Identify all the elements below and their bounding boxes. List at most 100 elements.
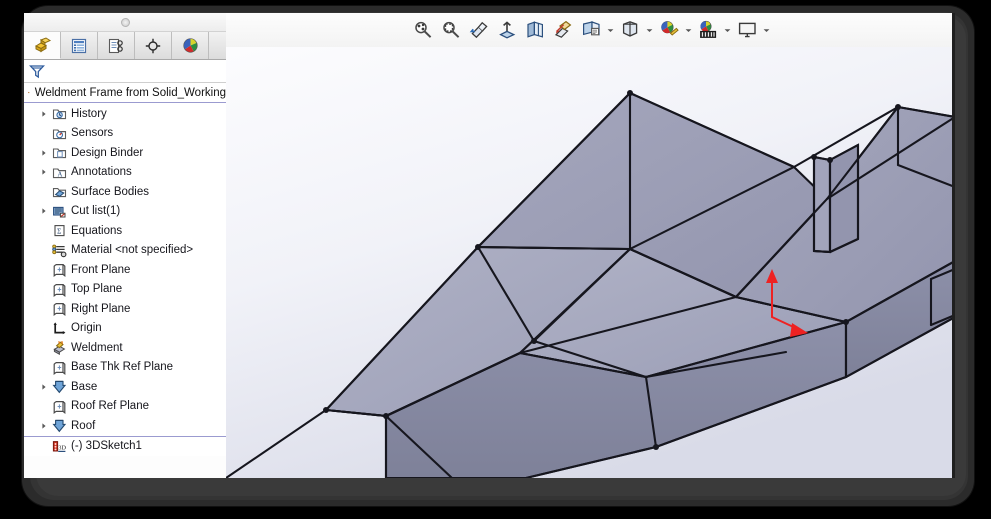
tab-display-manager[interactable] [172,32,209,59]
hide-show-items-icon [622,21,637,37]
panel-grip-bar[interactable] [24,13,226,32]
weldment-icon [50,340,69,356]
tab-property-manager[interactable] [61,32,98,59]
tree-item-label: Base Thk Ref Plane [71,361,174,374]
view-settings-button[interactable] [734,17,760,43]
panel-grip-handle-icon[interactable] [121,18,130,27]
extrude-icon [52,381,67,394]
graphics-viewport[interactable] [226,13,955,478]
expand-arrow-icon[interactable] [37,383,50,391]
tree-item-label: Right Plane [71,302,131,315]
tree-item-label: (-) 3DSketch1 [71,440,142,453]
tree-item-origin[interactable]: Origin [24,319,226,339]
tree-item-history[interactable]: History [24,104,226,124]
expand-arrow-icon[interactable] [37,207,50,215]
design-binder-icon [52,148,67,159]
display-style-dropdown-caret[interactable] [606,28,615,33]
hide-show-items-button[interactable] [617,17,643,43]
plane-icon [53,361,66,375]
zoom-to-area-button[interactable] [438,17,464,43]
view-settings-icon [738,22,756,38]
origin-icon [53,322,66,334]
chevron-down-icon [607,28,614,32]
chevron-right-icon [41,423,46,429]
tree-item-3dsketch1[interactable]: 3D (-) 3DSketch1 [24,435,226,457]
tree-item-surface-bodies[interactable]: Surface Bodies [24,182,226,202]
3d-drawing-view-button[interactable] [550,17,576,43]
tree-item-weldment[interactable]: Weldment [24,338,226,358]
tree-item-design-binder[interactable]: Design Binder [24,143,226,163]
tree-item-cut-list-1[interactable]: Cut list(1) [24,202,226,222]
viewport-right-edge [952,13,955,478]
tree-item-label: Origin [71,322,102,335]
tree-item-label: Roof [71,419,96,432]
hide-show-items-dropdown-caret[interactable] [645,28,654,33]
tree-item-material-not-specified[interactable]: Material <not specified> [24,241,226,261]
tree-item-label: Cut list(1) [71,205,121,218]
tab-dimxpert-manager[interactable] [135,32,172,59]
tree-item-label: Sensors [71,127,114,140]
tree-item-base[interactable]: Base [24,377,226,397]
equations-icon: Σ [54,225,65,237]
sketch3d-icon: 3D [52,440,66,452]
section-view-icon [498,21,515,39]
tree-item-label: Base [71,380,98,393]
tree-item-right-plane[interactable]: Right Plane [24,299,226,319]
display-style-button[interactable] [578,17,604,43]
tree-item-label: Top Plane [71,283,123,296]
display-style-icon [582,21,600,36]
3d-drawing-view-icon [554,20,571,38]
extrude-icon [50,418,69,433]
model-canvas[interactable] [226,47,955,478]
expand-arrow-icon[interactable] [37,168,50,176]
expand-arrow-icon[interactable] [37,422,50,430]
plane-icon [53,400,66,414]
history-icon [52,109,67,120]
tree-item-front-plane[interactable]: Front Plane [24,260,226,280]
svg-text:Σ: Σ [57,227,62,236]
view-settings-dropdown-caret[interactable] [762,28,771,33]
plane-icon [53,283,66,297]
expand-arrow-icon[interactable] [37,110,50,118]
tree-item-equations[interactable]: Σ Equations [24,221,226,241]
edit-appearance-icon [660,21,679,36]
document-title-label: Weldment Frame from Solid_Working [34,86,226,99]
tree-item-sensors[interactable]: Sensors [24,124,226,144]
tree-item-roof[interactable]: Roof [24,416,226,436]
feature-tree-filter-row[interactable] [24,60,226,83]
extrude-icon [50,379,69,394]
zoom-to-fit-button[interactable] [410,17,436,43]
chevron-right-icon [41,111,46,117]
annotations-icon: A [52,168,67,178]
design-binder-icon [50,145,69,160]
edit-appearance-dropdown-caret[interactable] [684,28,693,33]
document-title-row[interactable]: Weldment Frame from Solid_Working [24,83,226,103]
sketch3d-icon: 3D [50,439,69,454]
zoom-to-area-icon [442,21,459,38]
previous-view-button[interactable] [466,17,492,43]
plane-icon [53,303,66,317]
view-orientation-button[interactable] [522,17,548,43]
tab-configuration-manager[interactable] [98,32,135,59]
tree-item-top-plane[interactable]: Top Plane [24,280,226,300]
expand-arrow-icon[interactable] [37,149,50,157]
section-view-button[interactable] [494,17,520,43]
apply-scene-icon [699,20,716,38]
filter-funnel-icon[interactable] [29,64,45,79]
equations-icon: Σ [50,223,69,238]
plane-icon [50,360,69,375]
surface-bodies-icon [52,188,67,198]
tree-item-label: Equations [71,224,123,237]
chevron-down-icon [646,28,653,32]
tree-item-base-thk-ref-plane[interactable]: Base Thk Ref Plane [24,358,226,378]
tree-item-label: History [71,107,107,120]
tree-item-roof-ref-plane[interactable]: Roof Ref Plane [24,397,226,417]
edit-appearance-button[interactable] [656,17,682,43]
svg-text:A: A [58,171,63,178]
tree-item-annotations[interactable]: A Annotations [24,163,226,183]
previous-view-icon [469,21,488,39]
part-document-icon [28,91,30,94]
apply-scene-dropdown-caret[interactable] [723,28,732,33]
apply-scene-button[interactable] [695,17,721,43]
tab-feature-manager[interactable] [24,32,61,59]
